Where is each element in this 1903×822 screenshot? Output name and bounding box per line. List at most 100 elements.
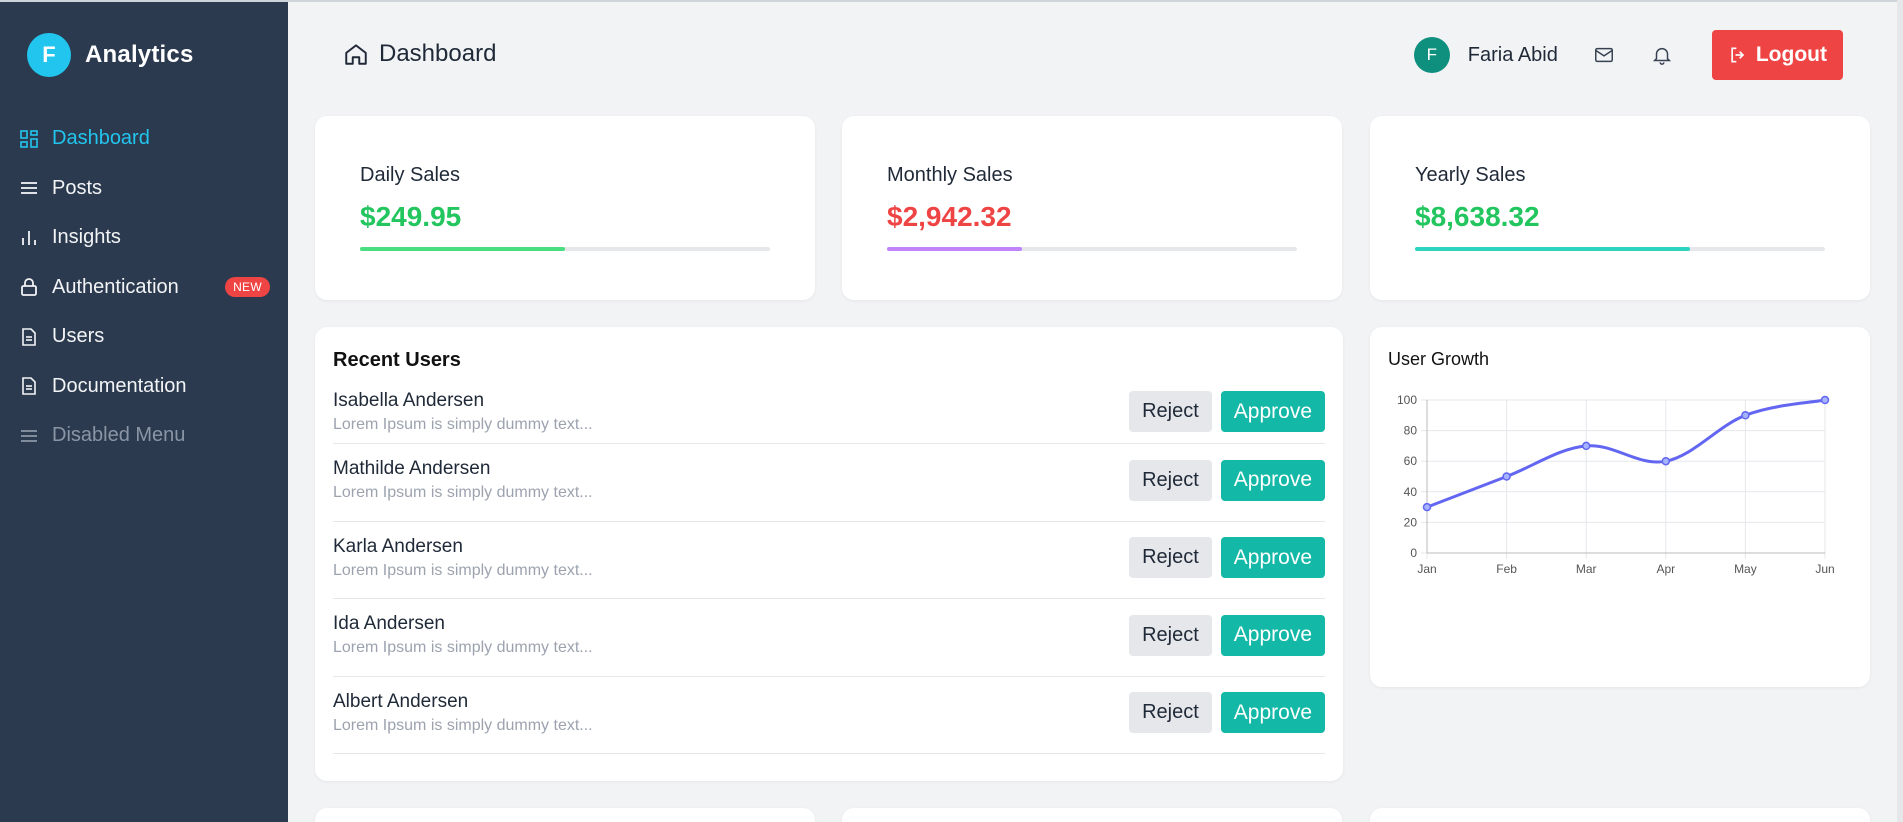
user-row-desc: Lorem Ipsum is simply dummy text... bbox=[333, 716, 593, 734]
series-line bbox=[1426, 398, 1826, 509]
bell-icon[interactable] bbox=[1650, 43, 1674, 67]
x-tick-label: Jun bbox=[1815, 562, 1834, 576]
user-row-name: Isabella Andersen bbox=[333, 389, 485, 411]
user-info: Ida Andersen Lorem Ipsum is simply dummy … bbox=[333, 613, 1129, 657]
recent-users-card: Recent Users Isabella Andersen Lorem Ipsu… bbox=[315, 327, 1343, 781]
stat-card-daily: Daily Sales $249.95 bbox=[315, 116, 815, 300]
list-icon bbox=[18, 177, 40, 199]
new-badge: NEW bbox=[225, 277, 270, 298]
user-row-desc: Lorem Ipsum is simply dummy text... bbox=[333, 415, 593, 433]
page-title: Dashboard bbox=[343, 40, 496, 68]
sidebar-item-label: Dashboard bbox=[52, 127, 150, 150]
data-point bbox=[1820, 395, 1830, 405]
approve-button[interactable]: Approve bbox=[1220, 614, 1325, 656]
mail-icon[interactable] bbox=[1592, 43, 1616, 67]
scrollbar[interactable] bbox=[1897, 0, 1903, 822]
home-icon bbox=[345, 44, 367, 65]
user-row-name: Karla Andersen bbox=[333, 535, 463, 557]
data-point bbox=[1422, 502, 1432, 512]
x-tick-label: Apr bbox=[1656, 562, 1675, 576]
brand-name: Analytics bbox=[85, 41, 194, 68]
sidebar-item-documentation[interactable]: Documentation bbox=[0, 362, 288, 412]
sidebar-item-posts[interactable]: Posts bbox=[0, 164, 288, 214]
x-tick-label: Jan bbox=[1417, 562, 1436, 576]
grid-icon bbox=[18, 128, 40, 150]
user-row: Isabella Andersen Lorem Ipsum is simply d… bbox=[333, 384, 1325, 444]
lock-icon bbox=[18, 276, 40, 298]
stat-title: Daily Sales bbox=[360, 164, 461, 186]
y-tick-label: 0 bbox=[1410, 546, 1417, 560]
reject-button[interactable]: Reject bbox=[1129, 459, 1212, 501]
recent-users-title: Recent Users bbox=[333, 349, 461, 371]
reject-button[interactable]: Reject bbox=[1129, 391, 1212, 432]
avatar[interactable]: F bbox=[1413, 37, 1450, 73]
sidebar-item-users[interactable]: Users bbox=[0, 312, 288, 362]
approve-button[interactable]: Approve bbox=[1220, 537, 1325, 579]
progress-track bbox=[360, 247, 770, 251]
data-point bbox=[1581, 441, 1591, 451]
progress-fill bbox=[360, 247, 565, 251]
user-row: Albert Andersen Lorem Ipsum is simply dum… bbox=[333, 677, 1325, 754]
user-info: Mathilde Andersen Lorem Ipsum is simply d… bbox=[333, 458, 1129, 502]
approve-button[interactable]: Approve bbox=[1220, 459, 1325, 501]
sidebar-item-label: Documentation bbox=[52, 374, 187, 397]
logout-label: Logout bbox=[1755, 43, 1827, 66]
sidebar-item-label: Authentication bbox=[52, 275, 179, 298]
progress-track bbox=[887, 247, 1297, 251]
reject-button[interactable]: Reject bbox=[1129, 614, 1212, 656]
sidebar-nav: Dashboard Posts Insights Authentication … bbox=[0, 108, 288, 461]
header: Dashboard F Faria Abid Logout bbox=[288, 0, 1903, 106]
user-name[interactable]: Faria Abid bbox=[1468, 44, 1558, 67]
progress-fill bbox=[887, 247, 1023, 251]
stat-card-yearly: Yearly Sales $8,638.32 bbox=[1370, 116, 1870, 300]
document-icon bbox=[18, 326, 40, 348]
approve-button[interactable]: Approve bbox=[1220, 692, 1325, 734]
brand-logo: F bbox=[27, 33, 71, 77]
user-row-desc: Lorem Ipsum is simply dummy text... bbox=[333, 639, 593, 657]
user-info: Isabella Andersen Lorem Ipsum is simply d… bbox=[333, 390, 1129, 434]
user-row-name: Mathilde Andersen bbox=[333, 458, 491, 480]
stat-value: $249.95 bbox=[360, 201, 462, 232]
user-row-desc: Lorem Ipsum is simply dummy text... bbox=[333, 484, 593, 502]
stat-value: $8,638.32 bbox=[1415, 201, 1540, 232]
sidebar-item-label: Posts bbox=[52, 176, 103, 199]
sidebar-item-dashboard[interactable]: Dashboard bbox=[0, 114, 288, 164]
stat-title: Monthly Sales bbox=[887, 164, 1013, 186]
x-tick-label: May bbox=[1734, 562, 1757, 576]
document-icon bbox=[18, 375, 40, 397]
user-row-name: Ida Andersen bbox=[333, 613, 445, 635]
data-point bbox=[1502, 472, 1511, 481]
sidebar-item-label: Users bbox=[52, 325, 105, 348]
sidebar-item-disabled-menu: Disabled Menu bbox=[0, 411, 288, 461]
reject-button[interactable]: Reject bbox=[1129, 692, 1212, 734]
y-tick-label: 100 bbox=[1397, 393, 1417, 407]
user-list: Isabella Andersen Lorem Ipsum is simply d… bbox=[333, 384, 1325, 754]
user-growth-chart: 0 20 40 60 80 100 Jan Feb Mar Apr May Jun bbox=[1397, 393, 1835, 576]
sidebar-item-label: Insights bbox=[52, 226, 121, 249]
user-info: Karla Andersen Lorem Ipsum is simply dumm… bbox=[333, 536, 1129, 580]
progress-fill bbox=[1415, 247, 1690, 251]
user-info: Albert Andersen Lorem Ipsum is simply dum… bbox=[333, 691, 1129, 735]
logout-icon bbox=[1731, 47, 1745, 63]
logout-button[interactable]: Logout bbox=[1711, 30, 1843, 80]
y-tick-label: 40 bbox=[1404, 485, 1418, 499]
stat-title: Yearly Sales bbox=[1415, 164, 1526, 186]
user-row: Mathilde Andersen Lorem Ipsum is simply d… bbox=[333, 444, 1325, 522]
sidebar-item-authentication[interactable]: Authentication NEW bbox=[0, 263, 288, 313]
data-point bbox=[1741, 411, 1750, 420]
approve-button[interactable]: Approve bbox=[1220, 391, 1325, 432]
bottom-card bbox=[1370, 808, 1870, 822]
user-area: F Faria Abid Logout bbox=[1413, 30, 1903, 80]
brand: F Analytics bbox=[0, 2, 288, 108]
x-tick-label: Mar bbox=[1576, 562, 1597, 576]
reject-button[interactable]: Reject bbox=[1129, 537, 1212, 579]
user-row: Ida Andersen Lorem Ipsum is simply dummy … bbox=[333, 599, 1325, 677]
user-row-desc: Lorem Ipsum is simply dummy text... bbox=[333, 561, 593, 579]
user-growth-card: User Growth 0 20 40 60 80 100 Jan Feb Mar Apr May J… bbox=[1370, 327, 1870, 687]
y-tick-label: 80 bbox=[1404, 424, 1418, 438]
bar-chart-icon bbox=[18, 227, 40, 249]
user-row: Karla Andersen Lorem Ipsum is simply dumm… bbox=[333, 522, 1325, 599]
sidebar-item-insights[interactable]: Insights bbox=[0, 213, 288, 263]
list-icon bbox=[18, 425, 40, 447]
y-tick-label: 60 bbox=[1404, 454, 1418, 468]
